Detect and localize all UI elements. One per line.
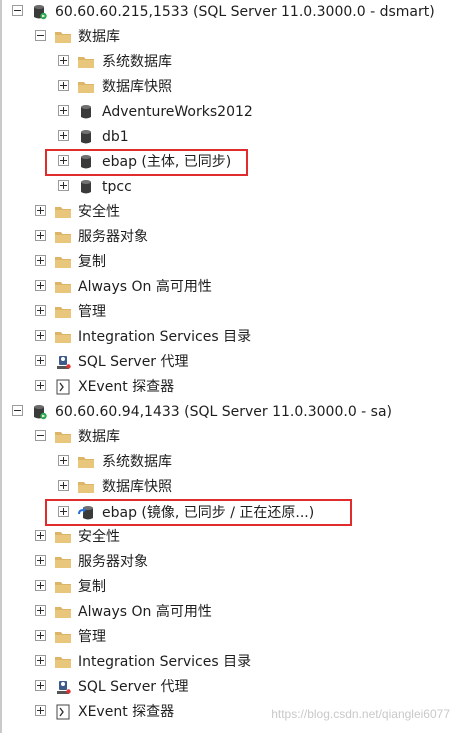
server-name: 60.60.60.215,1533 (SQL Server 11.0.3000.… bbox=[55, 4, 435, 20]
expand-toggle[interactable] bbox=[35, 305, 46, 316]
collapse-toggle[interactable] bbox=[12, 5, 23, 16]
folder-label: Always On 高可用性 bbox=[78, 604, 212, 620]
item-label: XEvent 探查器 bbox=[78, 379, 175, 395]
expand-toggle[interactable] bbox=[58, 105, 69, 116]
database-icon bbox=[81, 105, 91, 119]
item-label: 系统数据库 bbox=[102, 54, 172, 70]
item-label: 数据库快照 bbox=[102, 79, 172, 95]
expand-toggle[interactable] bbox=[35, 280, 46, 291]
folder-icon bbox=[55, 257, 71, 268]
database-icon bbox=[81, 180, 91, 194]
item-label: XEvent 探查器 bbox=[78, 704, 175, 720]
expand-toggle[interactable] bbox=[58, 55, 69, 66]
folder-icon bbox=[55, 207, 71, 218]
folder-label: 管理 bbox=[78, 629, 106, 645]
expand-toggle[interactable] bbox=[58, 480, 69, 491]
folder-icon bbox=[55, 282, 71, 293]
watermark: https://blog.csdn.net/qianglei6077 bbox=[271, 707, 450, 721]
folder-label: 安全性 bbox=[78, 529, 120, 545]
expand-toggle[interactable] bbox=[35, 380, 46, 391]
collapse-toggle[interactable] bbox=[35, 430, 46, 441]
folder-icon bbox=[78, 457, 94, 468]
folder-icon bbox=[55, 582, 71, 593]
sql-agent-icon bbox=[57, 681, 71, 694]
item-label: SQL Server 代理 bbox=[78, 679, 189, 695]
folder-icon bbox=[78, 57, 94, 68]
expand-toggle[interactable] bbox=[58, 80, 69, 91]
item-label: tpcc bbox=[102, 179, 132, 195]
collapse-toggle[interactable] bbox=[12, 405, 23, 416]
expand-toggle[interactable] bbox=[58, 180, 69, 191]
folder-label: 服务器对象 bbox=[78, 554, 148, 570]
expand-toggle[interactable] bbox=[35, 205, 46, 216]
folder-label: 服务器对象 bbox=[78, 229, 148, 245]
expand-toggle[interactable] bbox=[35, 580, 46, 591]
folder-icon bbox=[55, 32, 71, 43]
xevent-icon bbox=[56, 379, 70, 395]
folder-icon bbox=[55, 232, 71, 243]
folder-icon bbox=[55, 307, 71, 318]
expand-toggle[interactable] bbox=[35, 230, 46, 241]
sql-agent-icon bbox=[57, 356, 71, 369]
expand-toggle[interactable] bbox=[35, 555, 46, 566]
expand-toggle[interactable] bbox=[35, 705, 46, 716]
server-icon bbox=[34, 5, 47, 20]
folder-icon bbox=[78, 82, 94, 93]
database-icon bbox=[81, 130, 91, 144]
item-label: SQL Server 代理 bbox=[78, 354, 189, 370]
tree-left-border bbox=[0, 0, 2, 733]
collapse-toggle[interactable] bbox=[35, 30, 46, 41]
folder-icon bbox=[55, 607, 71, 618]
expand-toggle[interactable] bbox=[35, 605, 46, 616]
expand-toggle[interactable] bbox=[35, 680, 46, 691]
folder-label: 复制 bbox=[78, 254, 106, 270]
folder-label: 数据库 bbox=[78, 429, 120, 445]
folder-label: Integration Services 目录 bbox=[78, 329, 252, 345]
expand-toggle[interactable] bbox=[58, 455, 69, 466]
expand-toggle[interactable] bbox=[58, 130, 69, 141]
folder-label: 数据库 bbox=[78, 29, 120, 45]
folder-label: Integration Services 目录 bbox=[78, 654, 252, 670]
folder-label: 安全性 bbox=[78, 204, 120, 220]
item-label: db1 bbox=[102, 129, 129, 145]
folder-label: 管理 bbox=[78, 304, 106, 320]
expand-toggle[interactable] bbox=[35, 630, 46, 641]
item-label: 数据库快照 bbox=[102, 479, 172, 495]
folder-icon bbox=[78, 482, 94, 493]
folder-icon bbox=[55, 657, 71, 668]
folder-icon bbox=[55, 532, 71, 543]
server-icon bbox=[34, 405, 47, 420]
expand-toggle[interactable] bbox=[35, 655, 46, 666]
folder-icon bbox=[55, 432, 71, 443]
item-label: AdventureWorks2012 bbox=[102, 104, 253, 120]
expand-toggle[interactable] bbox=[35, 355, 46, 366]
expand-toggle[interactable] bbox=[35, 330, 46, 341]
folder-icon bbox=[55, 332, 71, 343]
highlight-box bbox=[45, 499, 352, 526]
server-name: 60.60.60.94,1433 (SQL Server 11.0.3000.0… bbox=[55, 404, 393, 420]
folder-label: Always On 高可用性 bbox=[78, 279, 212, 295]
xevent-icon bbox=[56, 704, 70, 720]
item-label: 系统数据库 bbox=[102, 454, 172, 470]
folder-icon bbox=[55, 557, 71, 568]
expand-toggle[interactable] bbox=[35, 530, 46, 541]
highlight-box bbox=[45, 149, 248, 176]
expand-toggle[interactable] bbox=[35, 255, 46, 266]
folder-label: 复制 bbox=[78, 579, 106, 595]
folder-icon bbox=[55, 632, 71, 643]
